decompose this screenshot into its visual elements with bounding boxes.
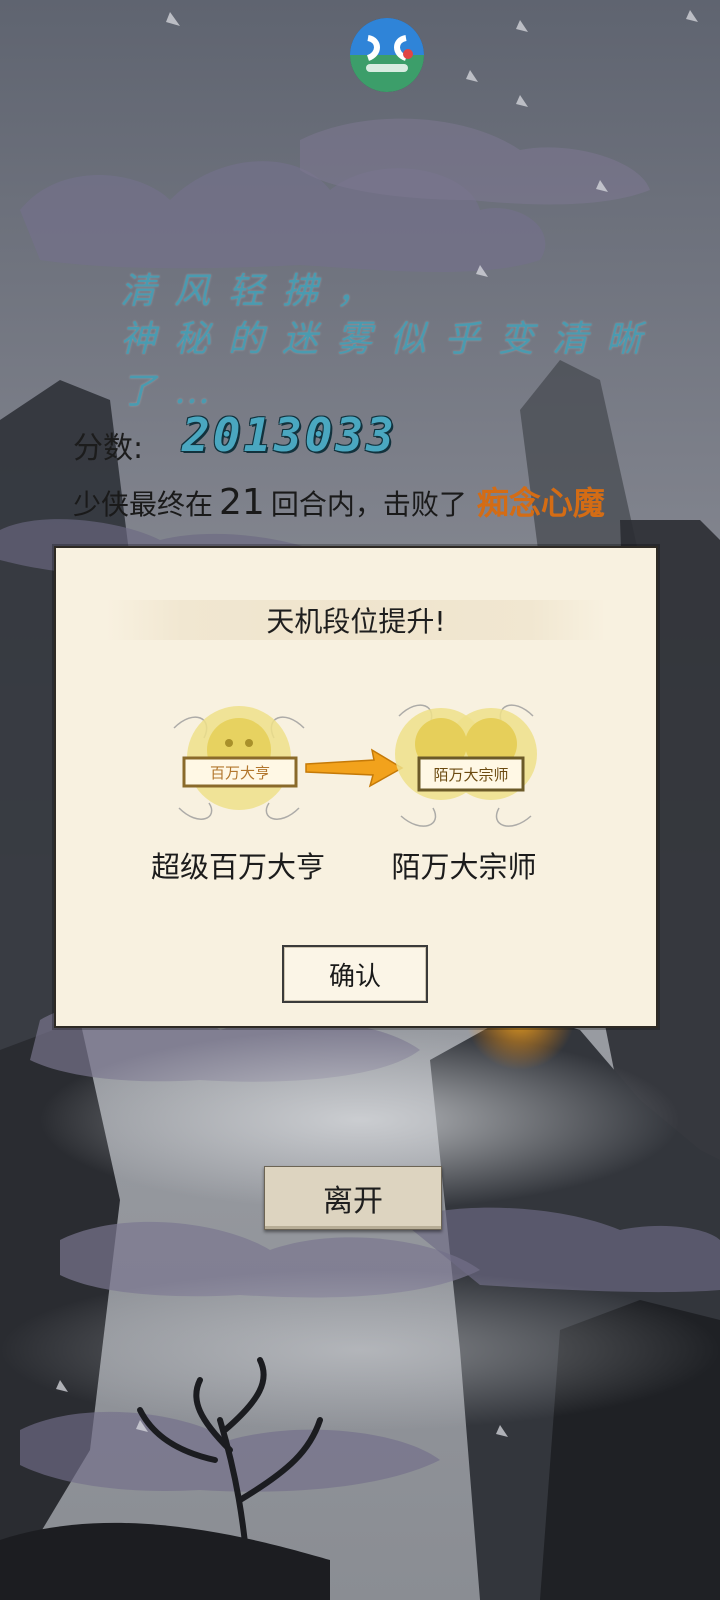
- score-value: 2013033: [182, 408, 397, 462]
- old-rank-badge-icon: 百万大亨: [173, 706, 305, 820]
- result-middle: 回合内，击败了: [270, 488, 467, 521]
- poem-line-1: 清风轻拂，: [120, 271, 391, 312]
- dialog-title: 天机段位提升!: [266, 605, 446, 638]
- arrow-right-icon: [305, 748, 404, 788]
- confirm-button[interactable]: 确认: [282, 945, 428, 1003]
- old-rank-name: 超级百万大亨: [150, 850, 325, 884]
- result-prefix: 少侠最终在: [73, 488, 214, 521]
- battle-result-text: 少侠最终在 21 回合内，击败了 痴念心魔: [73, 478, 605, 524]
- new-badge-text: 陌万大宗师: [433, 766, 508, 784]
- old-badge-text: 百万大亨: [210, 764, 270, 782]
- rank-up-dialog: 天机段位提升! 百万大亨 陌万大宗师 超级百万大亨 陌万大宗师 确认: [54, 546, 658, 1028]
- leave-button[interactable]: 离开: [264, 1166, 442, 1230]
- poem-line-2: 神秘的迷雾似乎变清晰了…: [120, 319, 661, 412]
- defeated-boss-name: 痴念心魔: [476, 484, 605, 522]
- new-rank-name: 陌万大宗师: [391, 850, 537, 884]
- result-rounds: 21: [219, 482, 265, 523]
- app-logo-icon: [350, 18, 424, 92]
- score-label: 分数:: [73, 431, 144, 466]
- new-rank-badge-icon: 陌万大宗师: [395, 704, 537, 827]
